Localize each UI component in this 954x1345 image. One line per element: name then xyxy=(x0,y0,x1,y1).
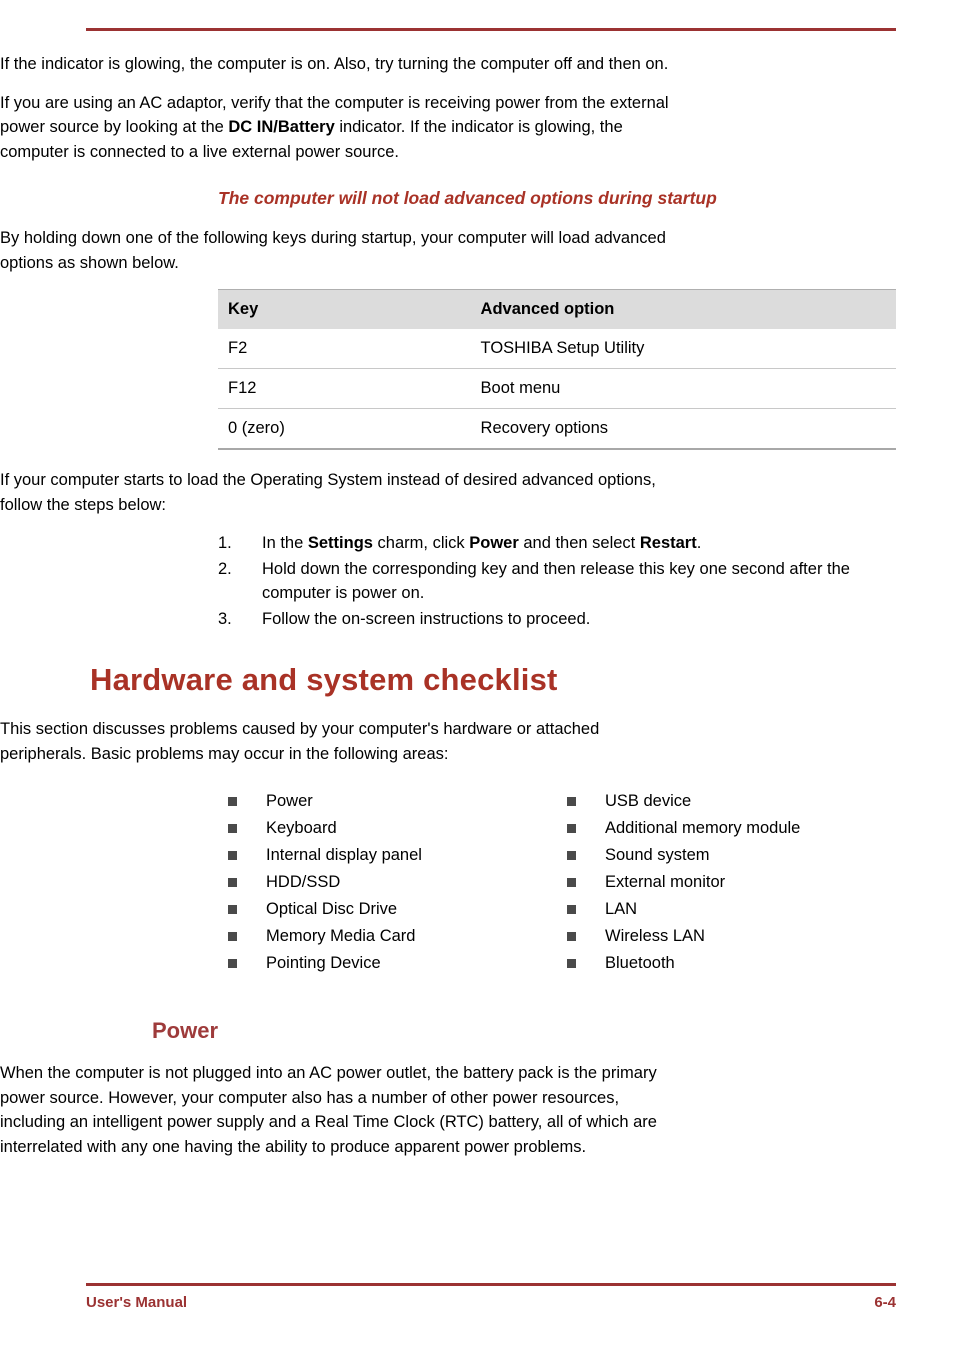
intro-paragraph-1: If the indicator is glowing, the compute… xyxy=(0,55,669,73)
list-item-label: Pointing Device xyxy=(266,954,381,972)
startup-intro-paragraph: By holding down one of the following key… xyxy=(0,229,666,272)
step-text: Hold down the corresponding key and then… xyxy=(262,559,850,603)
step-number: 3. xyxy=(218,609,232,628)
list-item-label: HDD/SSD xyxy=(266,873,341,891)
list-item: Sound system xyxy=(557,842,896,869)
checklist-areas: Power Keyboard Internal display panel HDD/S… xyxy=(218,788,896,977)
square-bullet-icon xyxy=(567,797,576,806)
step-item: 2. Hold down the corresponding key and th… xyxy=(218,557,896,606)
step-text: Follow the on-screen instructions to pro… xyxy=(262,609,591,628)
list-item-label: Optical Disc Drive xyxy=(266,900,398,918)
list-item: LAN xyxy=(557,896,896,923)
table-header-key: Key xyxy=(218,289,471,329)
step-text: In the xyxy=(262,534,308,552)
footer-page-number: 6-4 xyxy=(874,1294,896,1311)
square-bullet-icon xyxy=(567,959,576,968)
table-cell-option: Boot menu xyxy=(470,368,896,409)
checklist-column-left: Power Keyboard Internal display panel HDD/S… xyxy=(218,788,557,977)
header-rule xyxy=(86,28,896,31)
step-item: 1. In the Settings charm, click Power and… xyxy=(218,531,896,556)
list-item: HDD/SSD xyxy=(218,869,557,896)
list-item-label: Keyboard xyxy=(266,819,337,837)
step-text: . xyxy=(696,534,702,552)
hardware-intro-paragraph: This section discusses problems caused b… xyxy=(0,720,600,763)
list-item: USB device xyxy=(557,788,896,815)
list-item: Wireless LAN xyxy=(557,923,896,950)
step-item: 3. Follow the on-screen instructions to p… xyxy=(218,607,896,632)
list-item: Additional memory module xyxy=(557,815,896,842)
list-item-label: Internal display panel xyxy=(266,846,422,864)
checklist-list-right: USB device Additional memory module Sound … xyxy=(557,788,896,977)
square-bullet-icon xyxy=(228,824,237,833)
list-item: Bluetooth xyxy=(557,950,896,977)
list-item-label: Bluetooth xyxy=(605,954,675,972)
table-cell-key: F12 xyxy=(218,368,471,409)
square-bullet-icon xyxy=(567,932,576,941)
startup-steps-list: 1. In the Settings charm, click Power and… xyxy=(218,531,896,631)
footer-manual-label: User's Manual xyxy=(86,1294,188,1311)
table-row: 0 (zero) Recovery options xyxy=(218,408,896,450)
square-bullet-icon xyxy=(228,851,237,860)
page-footer: User's Manual 6-4 xyxy=(86,1294,896,1316)
table-head: Key Advanced option xyxy=(218,289,896,329)
square-bullet-icon xyxy=(228,932,237,941)
step-number: 1. xyxy=(218,534,232,552)
startup-subheading: The computer will not load advanced opti… xyxy=(218,188,717,208)
dc-in-battery-bold: DC IN/Battery xyxy=(228,118,335,136)
table-cell-option: TOSHIBA Setup Utility xyxy=(470,329,896,369)
list-item: Optical Disc Drive xyxy=(218,896,557,923)
table-header-advanced-option: Advanced option xyxy=(470,289,896,329)
square-bullet-icon xyxy=(567,851,576,860)
square-bullet-icon xyxy=(567,824,576,833)
step-text: and then select xyxy=(518,534,640,552)
table-cell-key: 0 (zero) xyxy=(218,408,471,450)
list-item-label: Wireless LAN xyxy=(605,927,705,945)
square-bullet-icon xyxy=(228,797,237,806)
square-bullet-icon xyxy=(567,905,576,914)
step-text-bold: Restart xyxy=(639,534,697,552)
table-cell-option: Recovery options xyxy=(470,408,896,450)
list-item: Internal display panel xyxy=(218,842,557,869)
list-item-label: Additional memory module xyxy=(605,819,801,837)
power-paragraph: When the computer is not plugged into an… xyxy=(0,1064,657,1156)
after-table-paragraph: If your computer starts to load the Oper… xyxy=(0,471,656,514)
table-header-row: Key Advanced option xyxy=(218,289,896,329)
step-text: charm, click xyxy=(372,534,470,552)
list-item: Pointing Device xyxy=(218,950,557,977)
square-bullet-icon xyxy=(228,959,237,968)
step-text-bold: Settings xyxy=(307,534,373,552)
square-bullet-icon xyxy=(228,878,237,887)
list-item: Memory Media Card xyxy=(218,923,557,950)
page-content: If the indicator is glowing, the compute… xyxy=(0,52,954,1173)
checklist-list-left: Power Keyboard Internal display panel HDD/S… xyxy=(218,788,557,977)
power-subheading: Power xyxy=(152,1018,219,1043)
step-number: 2. xyxy=(218,559,232,578)
checklist-column-right: USB device Additional memory module Sound … xyxy=(557,788,896,977)
intro-paragraph-2: If you are using an AC adaptor, verify t… xyxy=(0,91,678,165)
list-item-label: LAN xyxy=(605,900,638,918)
table-cell-key: F2 xyxy=(218,329,471,369)
table-row: F12 Boot menu xyxy=(218,368,896,409)
list-item-label: Sound system xyxy=(605,846,710,864)
table-row: F2 TOSHIBA Setup Utility xyxy=(218,329,896,369)
footer-rule xyxy=(86,1283,896,1286)
list-item-label: USB device xyxy=(605,792,692,810)
square-bullet-icon xyxy=(567,878,576,887)
list-item: Keyboard xyxy=(218,815,557,842)
list-item-label: Power xyxy=(266,792,313,810)
table-body: F2 TOSHIBA Setup Utility F12 Boot menu 0… xyxy=(218,329,896,450)
list-item: External monitor xyxy=(557,869,896,896)
list-item-label: Memory Media Card xyxy=(266,927,416,945)
list-item-label: External monitor xyxy=(605,873,726,891)
advanced-options-table: Key Advanced option F2 TOSHIBA Setup Uti… xyxy=(218,289,896,450)
square-bullet-icon xyxy=(228,905,237,914)
list-item: Power xyxy=(218,788,557,815)
step-text-bold: Power xyxy=(469,534,519,552)
manual-page: If the indicator is glowing, the compute… xyxy=(0,0,954,1345)
page-title: Hardware and system checklist xyxy=(90,662,558,697)
